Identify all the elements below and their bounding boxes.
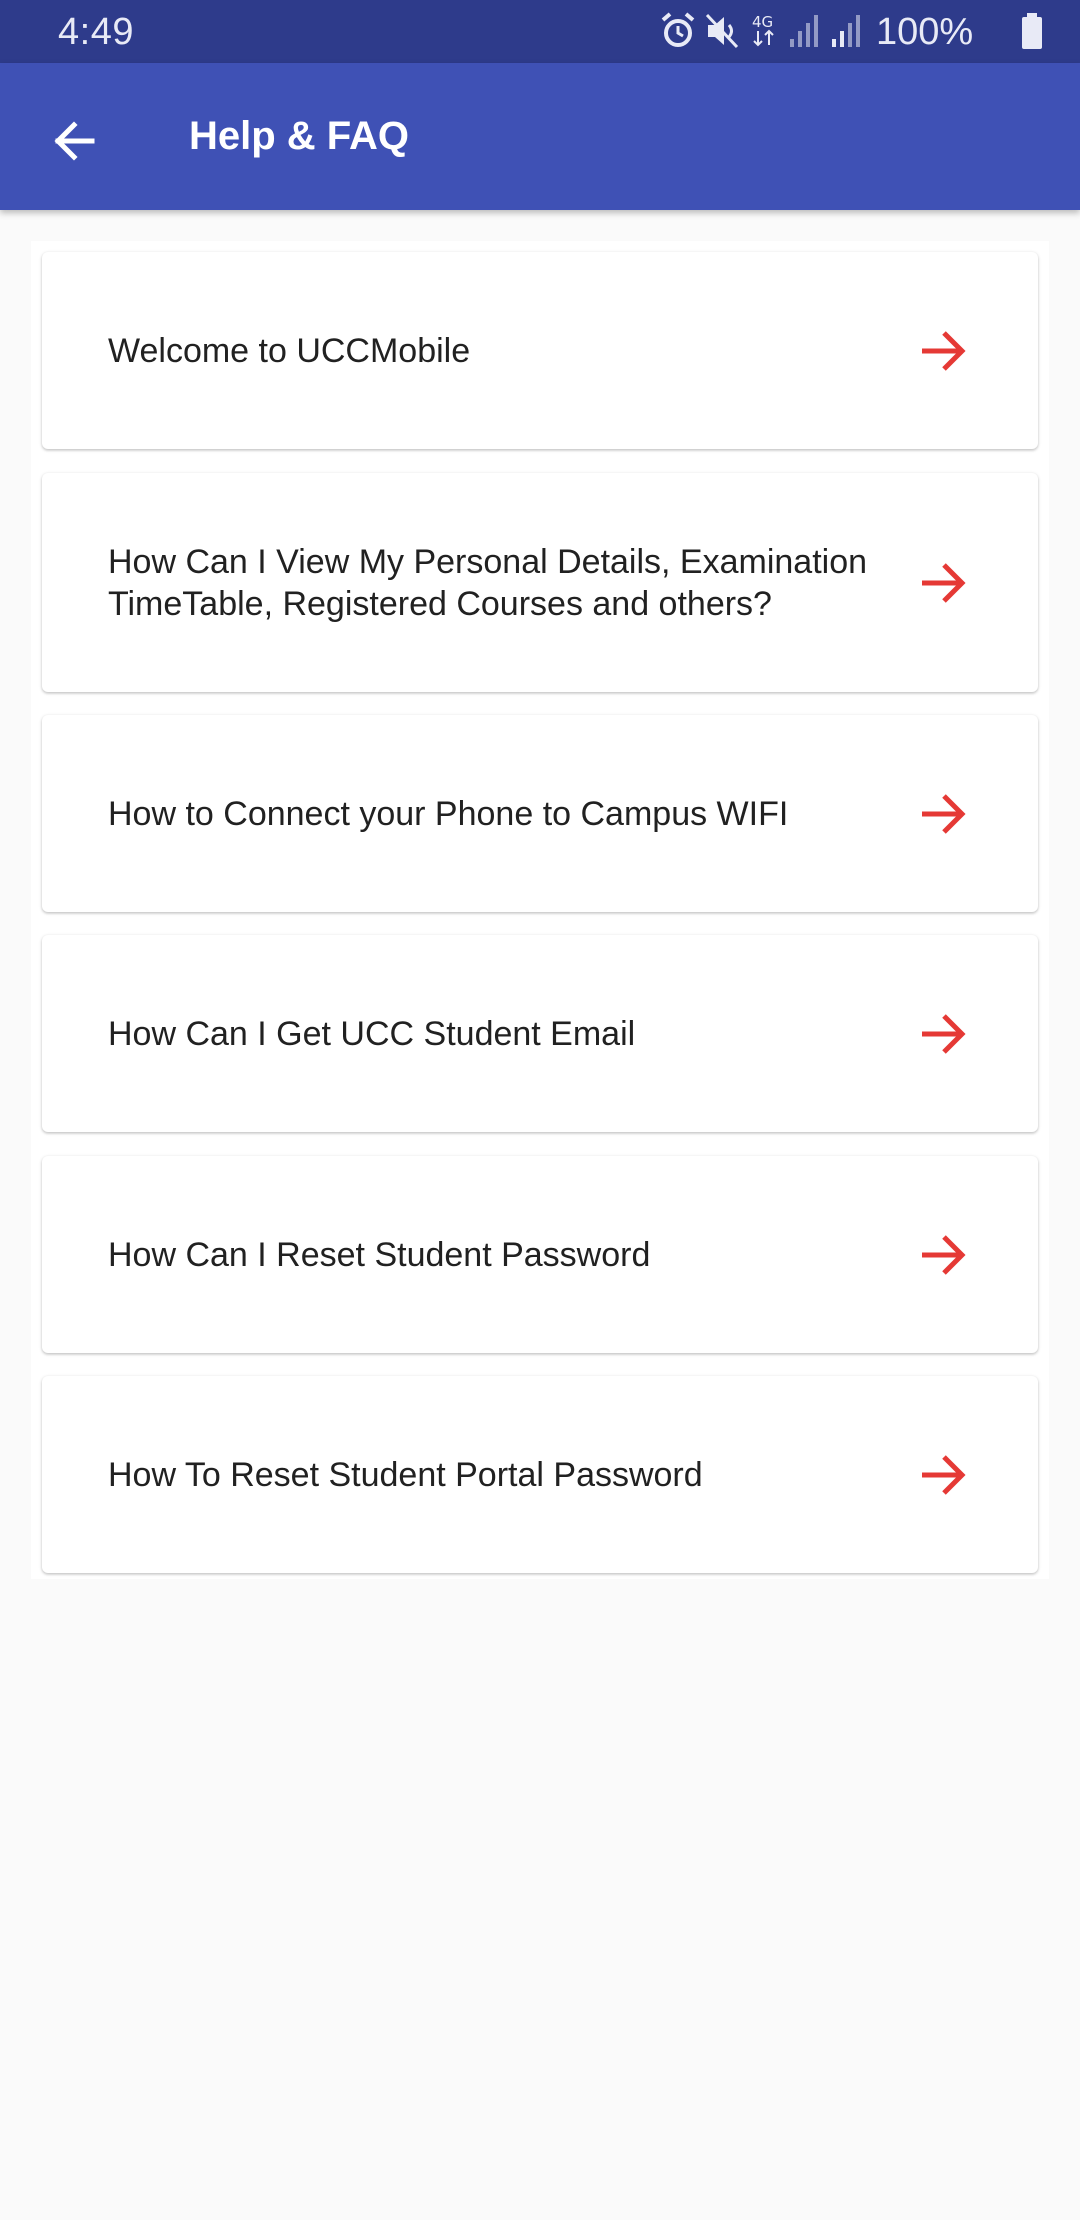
arrow-forward-icon bbox=[922, 1013, 966, 1054]
arrow-back-icon bbox=[54, 121, 95, 161]
status-bar: 4:49 4G 100% bbox=[0, 0, 1080, 63]
4g-data-icon: 4G bbox=[752, 13, 774, 47]
faq-item-welcome[interactable]: Welcome to UCCMobile bbox=[42, 252, 1038, 449]
faq-item-label: How To Reset Student Portal Password bbox=[108, 1455, 703, 1494]
faq-item-student-email[interactable]: How Can I Get UCC Student Email bbox=[42, 935, 1038, 1132]
faq-item-label: How to Connect your Phone to Campus WIFI bbox=[108, 794, 789, 833]
faq-item-label: Welcome to UCCMobile bbox=[108, 331, 471, 370]
svg-text:4G: 4G bbox=[752, 13, 773, 31]
page-title: Help & FAQ bbox=[189, 114, 410, 158]
faq-item-label: How Can I Reset Student Password bbox=[108, 1235, 651, 1274]
app-bar: Help & FAQ bbox=[0, 63, 1080, 210]
faq-item-campus-wifi[interactable]: How to Connect your Phone to Campus WIFI bbox=[42, 715, 1038, 912]
faq-item-label: How Can I Get UCC Student Email bbox=[108, 1014, 636, 1053]
faq-item-reset-student-password[interactable]: How Can I Reset Student Password bbox=[42, 1156, 1038, 1353]
signal-icon bbox=[832, 15, 860, 47]
status-time: 4:49 bbox=[58, 11, 134, 53]
arrow-forward-icon bbox=[922, 562, 966, 603]
arrow-forward-icon bbox=[922, 1454, 966, 1495]
battery-percentage: 100% bbox=[876, 11, 974, 53]
battery-icon bbox=[1022, 13, 1042, 49]
mute-icon bbox=[705, 13, 739, 49]
signal-icon bbox=[790, 15, 818, 47]
arrow-forward-icon bbox=[922, 330, 966, 371]
alarm-icon bbox=[661, 12, 695, 47]
faq-item-label: How Can I View My Personal Details, Exam… bbox=[108, 542, 868, 623]
faq-item-personal-details[interactable]: How Can I View My Personal Details, Exam… bbox=[42, 473, 1038, 692]
arrow-forward-icon bbox=[922, 793, 966, 834]
status-icons: 4G 100% bbox=[660, 0, 1080, 63]
faq-list: Welcome to UCCMobile How Can I View My P… bbox=[31, 241, 1049, 1579]
arrow-forward-icon bbox=[922, 1234, 966, 1275]
back-button[interactable] bbox=[32, 99, 116, 183]
faq-item-reset-portal-password[interactable]: How To Reset Student Portal Password bbox=[42, 1376, 1038, 1573]
